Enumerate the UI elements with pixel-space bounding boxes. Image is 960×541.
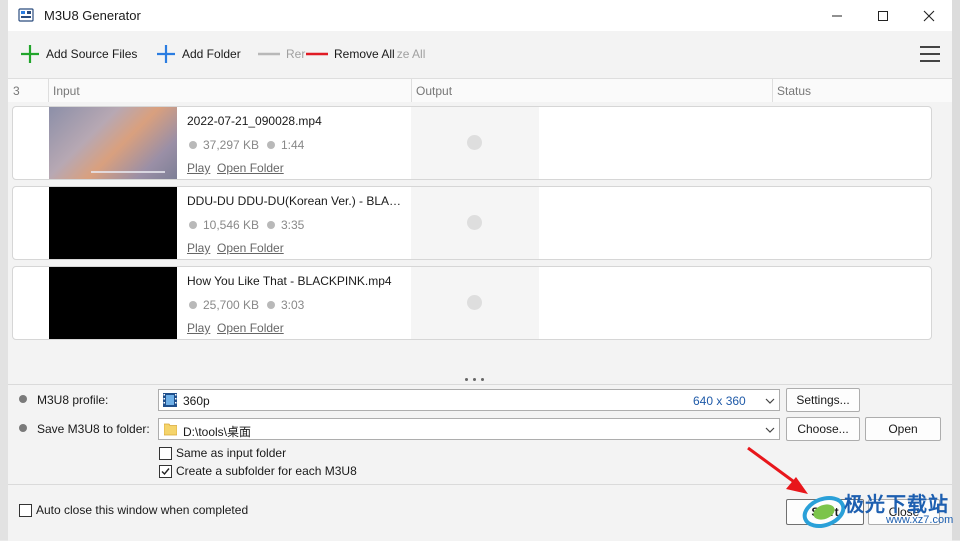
watermark-text: 极光下载站 (844, 494, 949, 516)
watermark: 极光下载站 www.xz7.com (800, 484, 960, 540)
watermark-url: www.xz7.com (886, 514, 954, 526)
annotation-arrow-icon (747, 446, 808, 494)
watermark-logo-icon (802, 495, 846, 529)
